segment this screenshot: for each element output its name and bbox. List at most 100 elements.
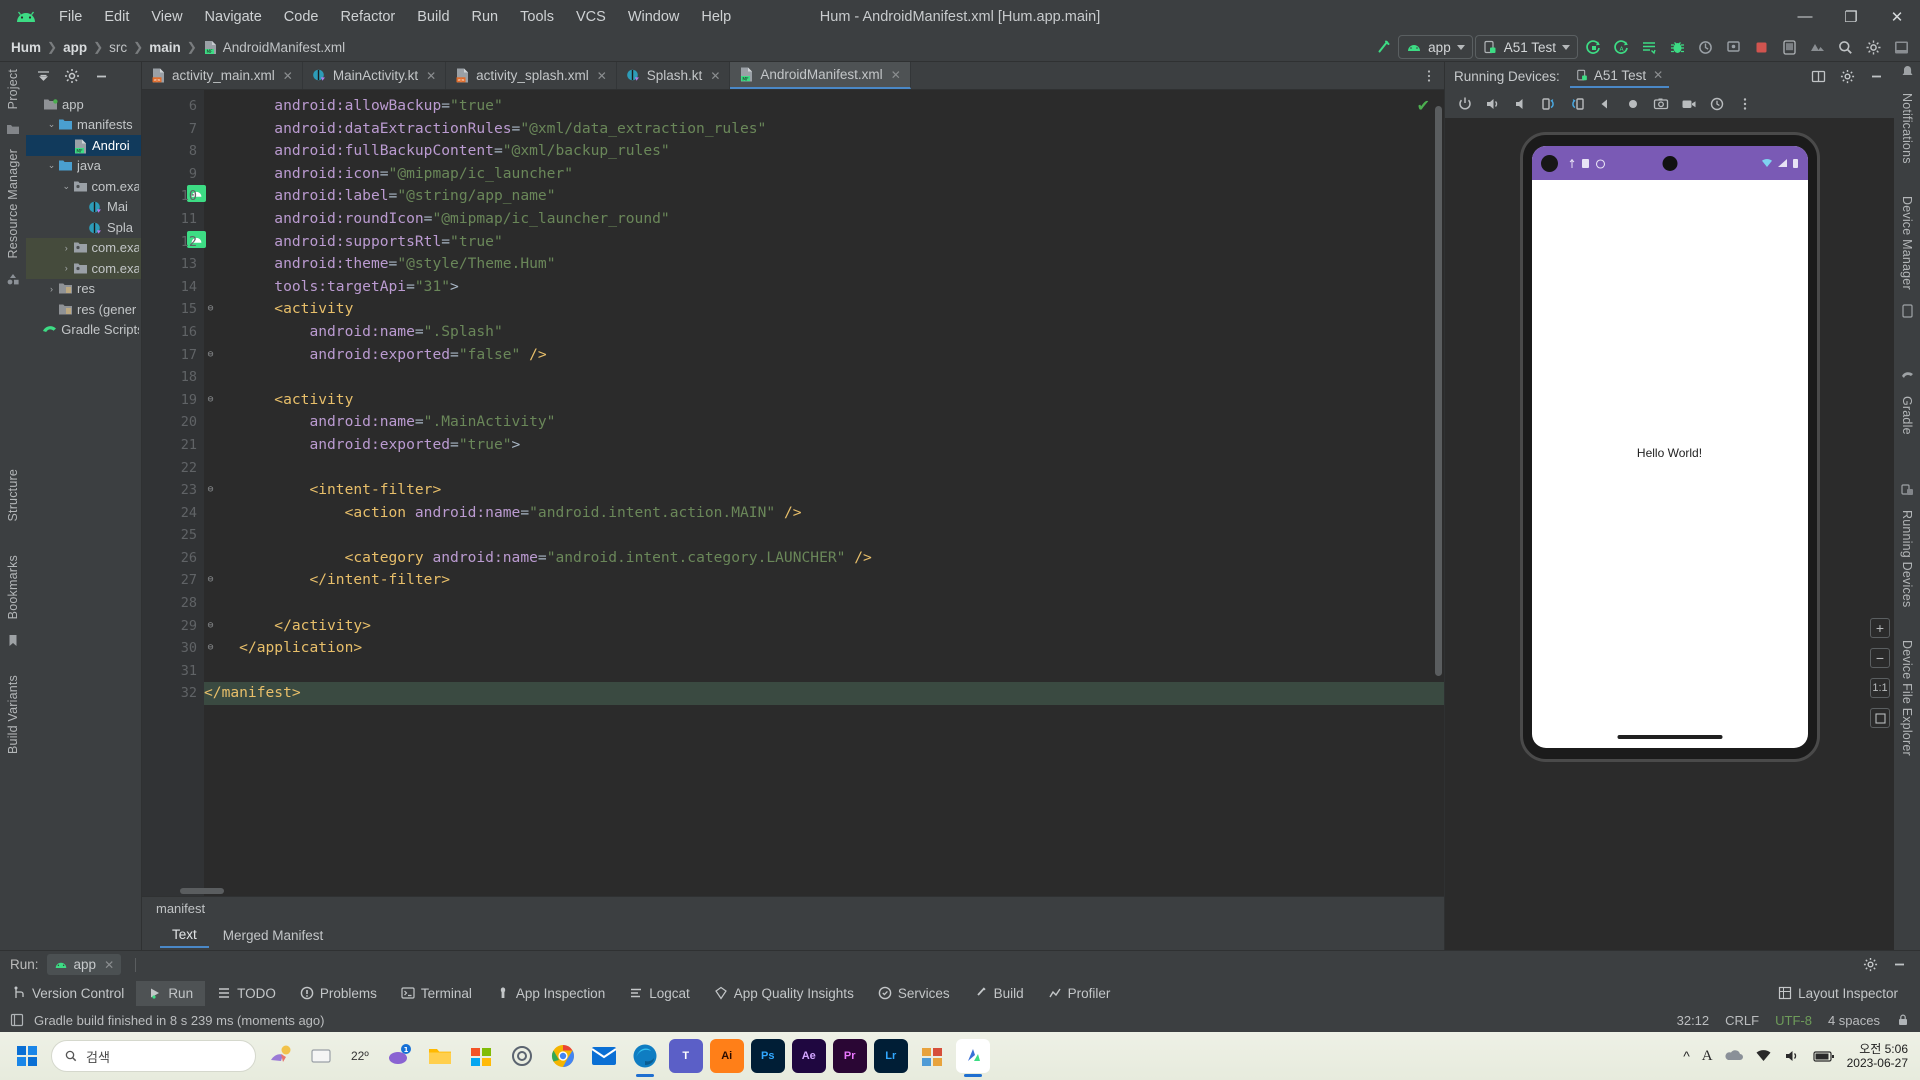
tree-item-androi[interactable]: MF Androi <box>26 135 141 156</box>
code-line[interactable]: android:exported="false" /> <box>204 344 1444 367</box>
lock-icon[interactable] <box>1896 1013 1910 1027</box>
menu-refactor[interactable]: Refactor <box>329 6 406 28</box>
tool-window-app-inspection[interactable]: App Inspection <box>484 981 617 1006</box>
zoom-fit-icon[interactable] <box>1870 708 1890 728</box>
mail-icon[interactable] <box>587 1039 621 1073</box>
avd-icon[interactable] <box>1888 35 1914 60</box>
menu-view[interactable]: View <box>140 6 193 28</box>
code-line[interactable]: android:name=".Splash" <box>204 321 1444 344</box>
tree-item-manifests[interactable]: ⌄ manifests <box>26 115 141 136</box>
rail-gradle[interactable]: Gradle <box>1900 389 1914 442</box>
editor-tab-activity-splash-xml[interactable]: <> activity_splash.xml ✕ <box>446 62 617 89</box>
code-line[interactable]: <intent-filter> <box>204 479 1444 502</box>
rail-project[interactable]: Project <box>6 62 20 116</box>
menu-vcs[interactable]: VCS <box>565 6 617 28</box>
settings-icon[interactable] <box>1860 35 1886 60</box>
rail-bookmarks[interactable]: Bookmarks <box>6 548 20 626</box>
tool-window-version-control[interactable]: Version Control <box>0 981 136 1006</box>
file-explorer-icon[interactable] <box>423 1039 457 1073</box>
chevron-up-icon[interactable]: ^ <box>1683 1048 1690 1064</box>
tool-window-run[interactable]: Run <box>136 980 206 1006</box>
premiere-icon[interactable]: Pr <box>832 1039 867 1073</box>
minimize-icon[interactable] <box>1863 64 1889 89</box>
breadcrumb-manifest[interactable]: MF AndroidManifest.xml <box>198 38 350 57</box>
clock[interactable]: 오전 5:06 2023-06-27 <box>1847 1042 1908 1070</box>
tree-item-app[interactable]: app <box>26 94 141 115</box>
device-manager-icon[interactable] <box>1901 303 1914 318</box>
run-tab-app[interactable]: app ✕ <box>46 954 122 975</box>
code-line[interactable]: </intent-filter> <box>204 569 1444 592</box>
debug-icon[interactable] <box>1664 35 1690 60</box>
breadcrumb-src[interactable]: src <box>104 38 132 57</box>
code-line[interactable]: tools:targetApi="31"> <box>204 276 1444 299</box>
settings-icon[interactable] <box>1857 952 1883 977</box>
close-icon[interactable]: ✕ <box>891 68 901 82</box>
code-line[interactable]: android:roundIcon="@mipmap/ic_launcher_r… <box>204 208 1444 231</box>
copilot-icon[interactable]: 1 <box>382 1039 416 1073</box>
code-line[interactable]: <category android:name="android.intent.c… <box>204 547 1444 570</box>
device-selector-chip[interactable]: A51 Test <box>1474 35 1578 59</box>
tree-item-spla[interactable]: Spla <box>26 217 141 238</box>
rail-device-manager[interactable]: Device Manager <box>1900 189 1914 297</box>
wifi-icon[interactable] <box>1755 1049 1772 1063</box>
tree-item-com-exa[interactable]: › com.exa <box>26 258 141 279</box>
tab-text[interactable]: Text <box>160 923 209 948</box>
breadcrumb-main[interactable]: main <box>144 38 186 57</box>
code-line[interactable]: android:fullBackupContent="@xml/backup_r… <box>204 140 1444 163</box>
lightroom-icon[interactable]: Lr <box>873 1039 908 1073</box>
menu-window[interactable]: Window <box>617 6 691 28</box>
close-button[interactable]: ✕ <box>1874 0 1920 33</box>
code-line[interactable]: android:exported="true"> <box>204 434 1444 457</box>
breadcrumb-app[interactable]: app <box>58 38 92 57</box>
stop-icon[interactable] <box>1748 35 1774 60</box>
hide-panel-icon[interactable] <box>88 64 114 89</box>
menu-edit[interactable]: Edit <box>93 6 140 28</box>
menu-file[interactable]: File <box>48 6 93 28</box>
rail-resource-manager[interactable]: Resource Manager <box>6 142 20 266</box>
code-line[interactable]: android:label="@string/app_name" <box>204 185 1444 208</box>
photoshop-icon[interactable]: Ps <box>750 1039 785 1073</box>
device-screen[interactable]: Hello World! <box>1531 146 1808 748</box>
code-line[interactable]: <action android:name="android.intent.act… <box>204 502 1444 525</box>
power-icon[interactable] <box>1452 92 1478 117</box>
tree-expand-arrow[interactable]: ⌄ <box>45 160 58 171</box>
menu-run[interactable]: Run <box>461 6 510 28</box>
battery-icon[interactable] <box>1813 1050 1835 1063</box>
device-tab-a51[interactable]: A51 Test ✕ <box>1569 65 1670 88</box>
tree-expand-arrow[interactable]: › <box>60 263 73 273</box>
editor-horizontal-scrollbar[interactable] <box>180 888 224 894</box>
tool-window-terminal[interactable]: Terminal <box>389 981 484 1006</box>
tree-item-java[interactable]: ⌄ java <box>26 156 141 177</box>
collapse-all-icon[interactable] <box>30 64 56 89</box>
start-icon[interactable] <box>10 1039 44 1073</box>
run-icon[interactable] <box>1580 35 1606 60</box>
tool-window-build[interactable]: Build <box>962 981 1036 1006</box>
tool-window-todo[interactable]: TODO <box>205 981 288 1006</box>
minimize-icon[interactable] <box>1886 952 1912 977</box>
editor-tab-options-icon[interactable] <box>1414 62 1444 89</box>
code-content[interactable]: android:allowBackup="true" android:dataE… <box>204 90 1444 896</box>
search-input[interactable]: 검색 <box>51 1040 256 1072</box>
close-icon[interactable]: ✕ <box>1653 68 1663 82</box>
project-settings-icon[interactable] <box>59 64 85 89</box>
illustrator-icon[interactable]: Ai <box>709 1039 744 1073</box>
tree-item-com-exa[interactable]: › com.exa <box>26 237 141 258</box>
code-line[interactable] <box>204 366 1444 389</box>
office-icon[interactable] <box>915 1039 949 1073</box>
menu-navigate[interactable]: Navigate <box>194 6 273 28</box>
code-line[interactable]: android:supportsRtl="true" <box>204 231 1444 254</box>
file-encoding[interactable]: UTF-8 <box>1775 1013 1812 1028</box>
code-line[interactable]: android:theme="@style/Theme.Hum" <box>204 253 1444 276</box>
code-editor[interactable]: 6 7 8 9 10 11 12 13 14 15 ⊖ 16 17 ⊖ 18 19 ⊖ 20 21 22 23 ⊖ 24 25… <box>142 90 1444 896</box>
settings-icon[interactable] <box>1834 64 1860 89</box>
code-line[interactable]: </application> <box>204 637 1444 660</box>
more-icon[interactable] <box>1732 92 1758 117</box>
code-line[interactable]: <activity <box>204 298 1444 321</box>
gradle-elephant-icon[interactable] <box>1901 369 1914 382</box>
zoom-in-icon[interactable]: + <box>1870 618 1890 638</box>
code-line[interactable] <box>204 457 1444 480</box>
code-line[interactable] <box>204 524 1444 547</box>
apply-changes-icon[interactable] <box>1636 35 1662 60</box>
menu-help[interactable]: Help <box>690 6 742 28</box>
tree-item-res-gener[interactable]: res (gener <box>26 299 141 320</box>
